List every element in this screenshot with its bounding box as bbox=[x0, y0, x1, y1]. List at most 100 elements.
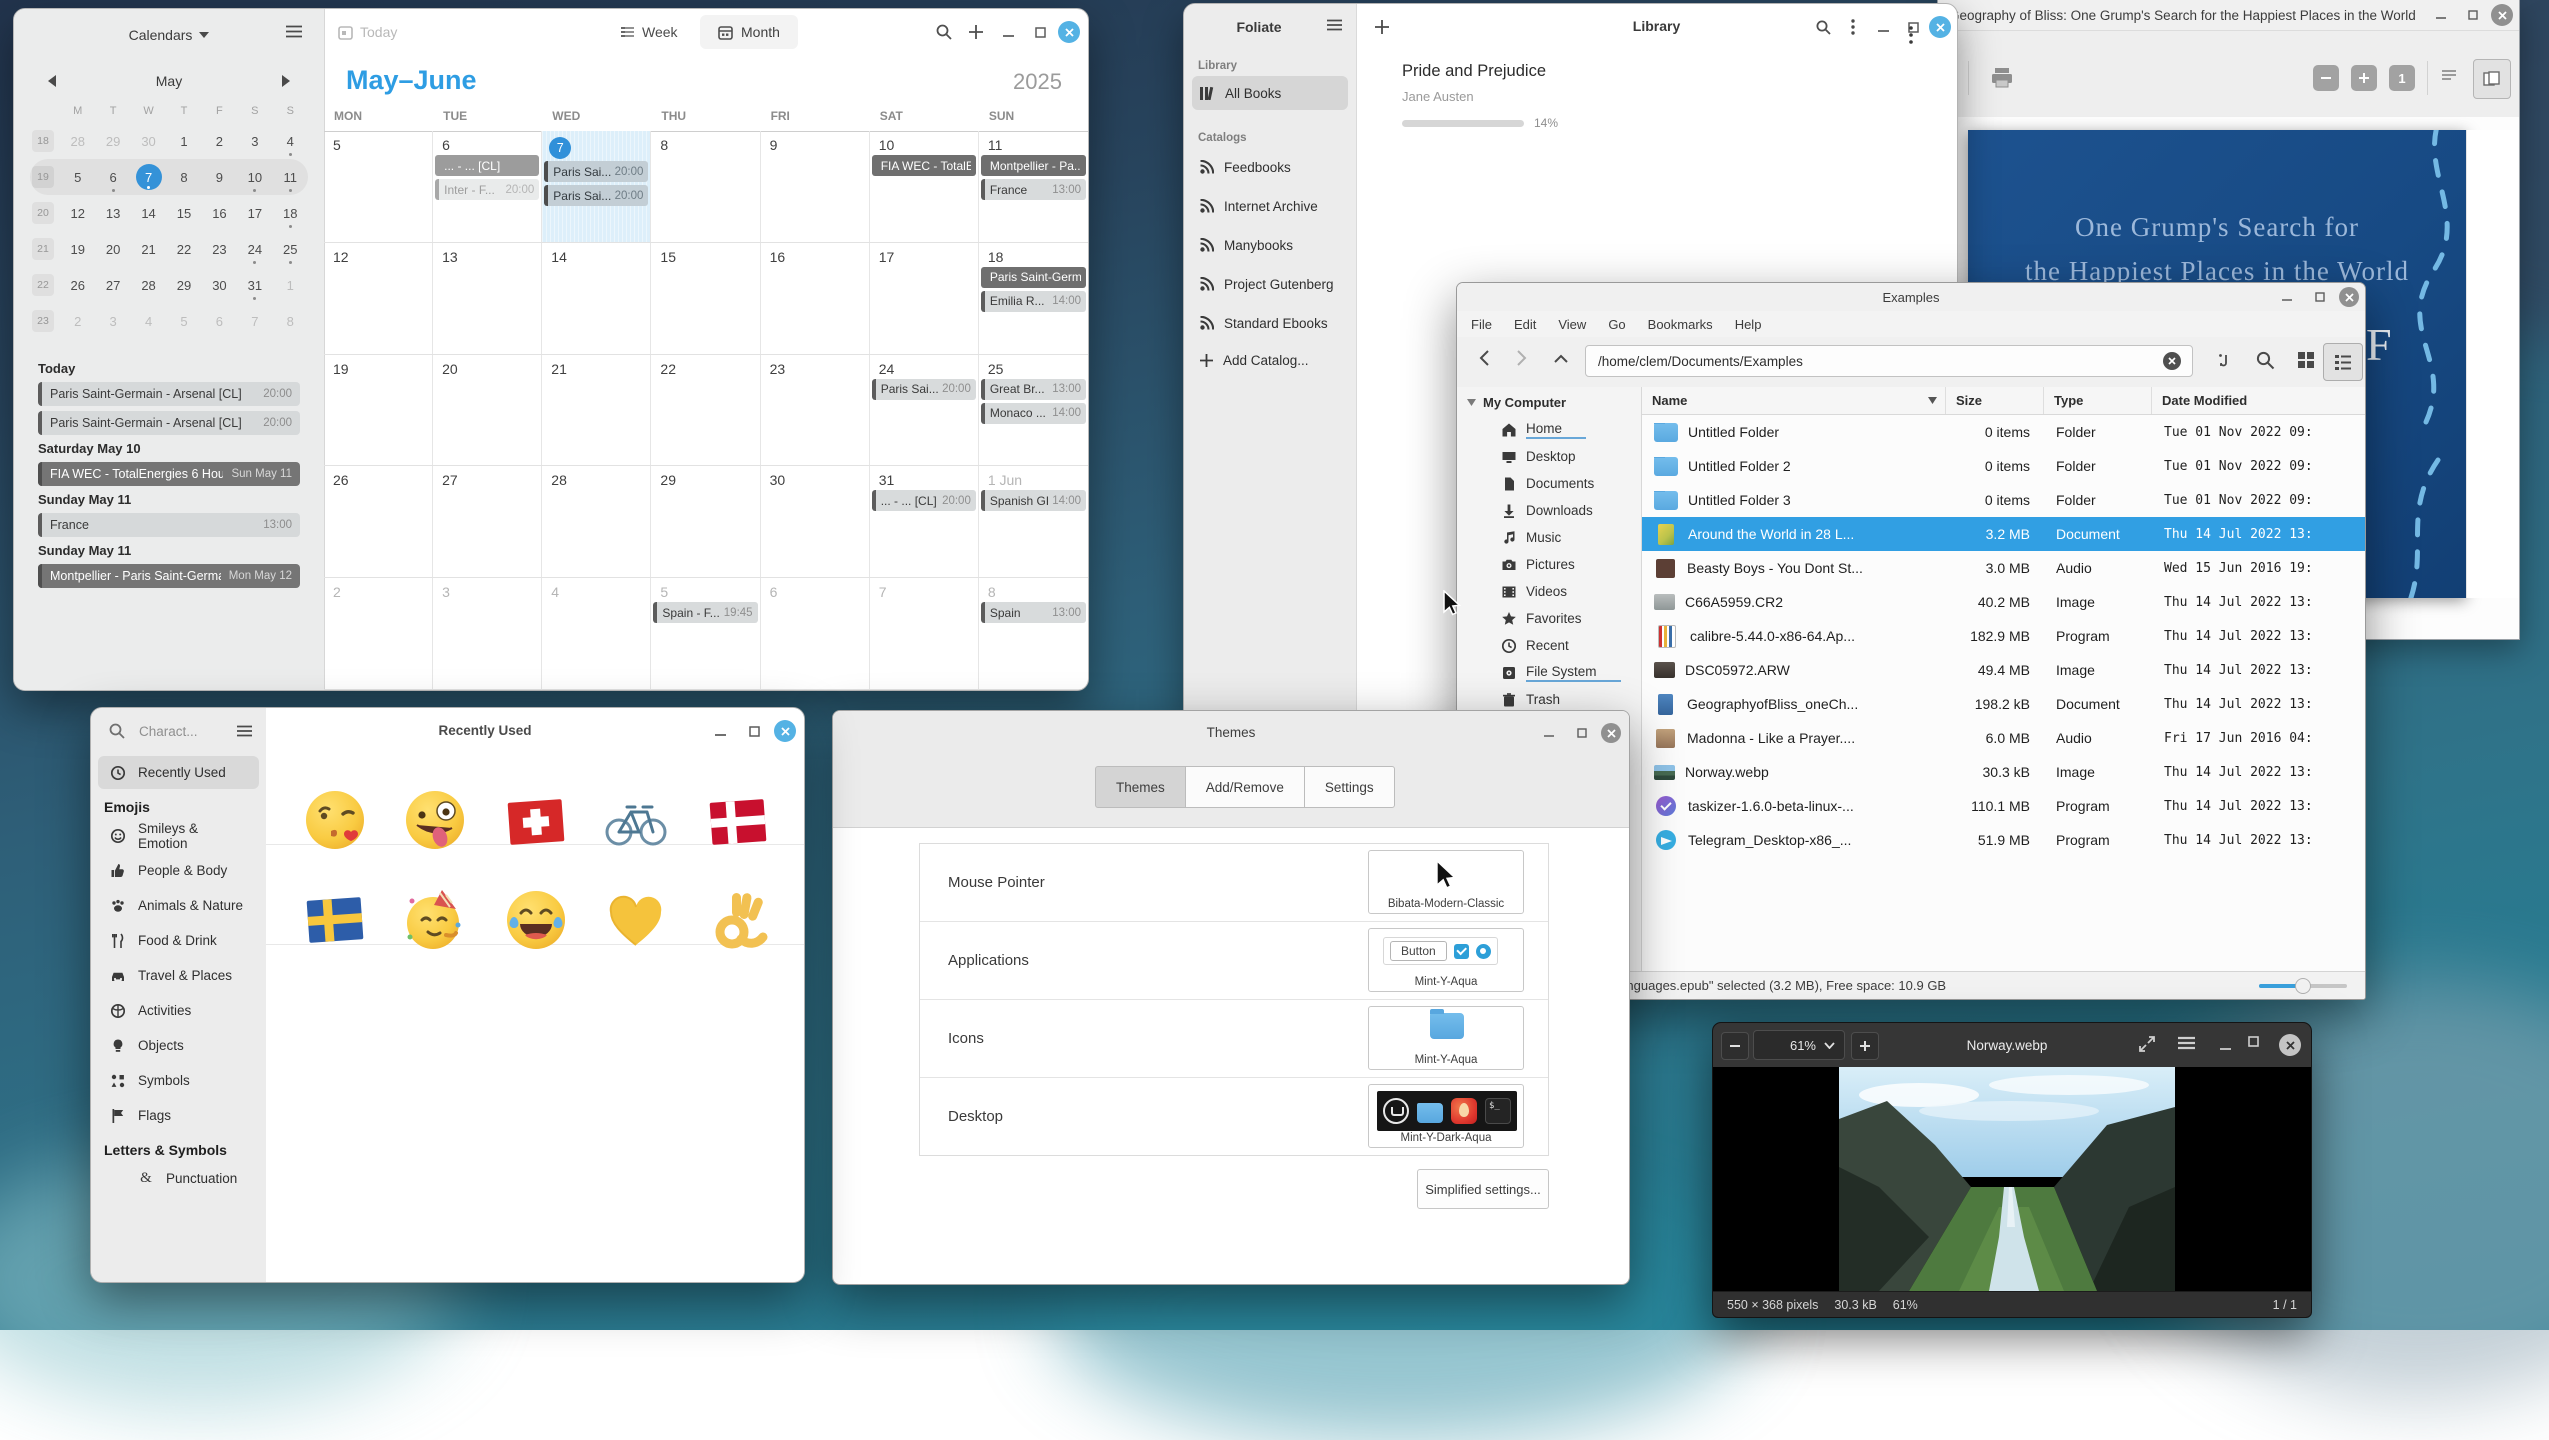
sidebar-place-item[interactable]: Music bbox=[1457, 524, 1641, 551]
menu-icon[interactable] bbox=[1327, 19, 1342, 31]
close-icon[interactable] bbox=[2491, 4, 2513, 26]
mini-day[interactable]: 29 bbox=[95, 123, 130, 159]
calendar-day-cell[interactable]: 8 bbox=[651, 131, 760, 242]
category-item[interactable]: & Punctuation bbox=[98, 1162, 259, 1195]
calendar-day-cell[interactable]: 7 bbox=[870, 578, 979, 689]
mini-day[interactable]: 28 bbox=[60, 123, 95, 159]
calendar-event[interactable]: Inter - F... 20:00 bbox=[435, 179, 539, 200]
mini-day[interactable]: 6 bbox=[202, 303, 237, 339]
theme-preview-button[interactable]: Mint-Y-Aqua bbox=[1368, 1006, 1524, 1070]
mini-day[interactable]: 29 bbox=[166, 267, 201, 303]
mini-day[interactable]: 3 bbox=[237, 123, 272, 159]
mini-day[interactable]: 20 bbox=[95, 231, 130, 267]
mini-day[interactable]: 5 bbox=[60, 159, 95, 195]
add-event-icon[interactable] bbox=[962, 19, 990, 45]
zoom-out-icon[interactable] bbox=[2313, 65, 2339, 91]
themes-header[interactable]: Themes ThemesAdd/RemoveSettings bbox=[833, 711, 1629, 828]
minimize-icon[interactable] bbox=[1869, 14, 1897, 40]
catalog-item[interactable]: Project Gutenberg bbox=[1192, 265, 1348, 303]
mini-day[interactable]: 21 bbox=[131, 231, 166, 267]
maximize-icon[interactable] bbox=[2459, 2, 2487, 28]
emoji-face-with-tears-of-joy[interactable] bbox=[503, 887, 569, 953]
grid-view-icon[interactable] bbox=[2297, 351, 2315, 369]
print-icon[interactable] bbox=[1990, 67, 2014, 89]
tab[interactable]: Add/Remove bbox=[1185, 766, 1305, 808]
zoom-slider[interactable] bbox=[2259, 978, 2347, 994]
maximize-icon[interactable] bbox=[2306, 284, 2334, 310]
file-row[interactable]: GeographyofBliss_oneCh... 198.2 kB Docum… bbox=[1642, 687, 2365, 721]
titlebar[interactable]: Examples bbox=[1457, 283, 2365, 311]
emoji-yellow-heart[interactable] bbox=[603, 887, 669, 953]
search-icon[interactable] bbox=[930, 19, 958, 45]
calendar-day-cell[interactable]: 6 bbox=[761, 578, 870, 689]
minimize-icon[interactable] bbox=[994, 19, 1022, 45]
category-item[interactable]: Flags bbox=[98, 1099, 259, 1132]
emoji-zany-face[interactable] bbox=[402, 787, 468, 853]
back-icon[interactable] bbox=[1479, 349, 1490, 367]
sidebar-item-all-books[interactable]: All Books bbox=[1192, 76, 1348, 110]
calendar-event[interactable]: ... - ... [CL] bbox=[435, 155, 539, 176]
calendar-day-cell[interactable]: 13 bbox=[433, 243, 542, 354]
file-row[interactable]: Beasty Boys - You Dont St... 3.0 MB Audi… bbox=[1642, 551, 2365, 585]
search-icon[interactable] bbox=[109, 723, 125, 739]
calendar-day-cell[interactable]: 6 ... - ... [CL] Inter - F... bbox=[433, 131, 542, 242]
calendar-event[interactable]: ... - ... [CL] 20:00 bbox=[872, 490, 976, 511]
calendar-event[interactable]: Emilia R... 14:00 bbox=[981, 291, 1086, 312]
sidebar-place-item[interactable]: Recent bbox=[1457, 632, 1641, 659]
mini-day[interactable]: 4 bbox=[273, 123, 308, 159]
calendar-day-cell[interactable]: 24 Paris Sai... 20:00 bbox=[870, 355, 979, 466]
menu-item[interactable]: Bookmarks bbox=[1648, 317, 1713, 332]
calendar-event[interactable]: FIA WEC - TotalE... bbox=[872, 155, 976, 176]
mini-day[interactable]: 30 bbox=[202, 267, 237, 303]
calendar-day-cell[interactable]: 14 bbox=[542, 243, 651, 354]
close-icon[interactable] bbox=[1929, 16, 1951, 38]
category-item[interactable]: Travel & Places bbox=[98, 959, 259, 992]
zoom-out-icon[interactable] bbox=[1721, 1032, 1749, 1060]
calendar-event[interactable]: Paris Sai... 20:00 bbox=[872, 379, 976, 400]
close-icon[interactable] bbox=[1058, 21, 1080, 43]
menu-item[interactable]: Help bbox=[1735, 317, 1762, 332]
close-icon[interactable] bbox=[1601, 723, 1621, 743]
calendar-event[interactable]: Spain - F... 19:45 bbox=[653, 602, 757, 623]
calendar-day-cell[interactable]: 8 Spain 13:00 bbox=[979, 578, 1088, 689]
column-type[interactable]: Type bbox=[2044, 387, 2152, 414]
clear-location-icon[interactable] bbox=[2163, 352, 2181, 370]
category-item[interactable]: Animals & Nature bbox=[98, 889, 259, 922]
calendar-day-cell[interactable]: 1 Jun Spanish GP 14:00 bbox=[979, 466, 1088, 577]
emoji-flag-sweden[interactable] bbox=[302, 887, 368, 953]
search-icon[interactable] bbox=[1809, 14, 1837, 40]
week-view-button[interactable]: Week bbox=[620, 24, 678, 40]
calendar-day-cell[interactable]: 27 bbox=[433, 466, 542, 577]
theme-preview-button[interactable]: Mint-Y-Dark-Aqua bbox=[1368, 1084, 1524, 1148]
file-row[interactable]: Untitled Folder 0 items Folder Tue 01 No… bbox=[1642, 415, 2365, 449]
calendar-day-cell[interactable]: 15 bbox=[651, 243, 760, 354]
calendar-day-cell[interactable]: 2 bbox=[324, 578, 433, 689]
sidebar-place-item[interactable]: File System bbox=[1457, 659, 1641, 686]
kebab-menu-icon[interactable] bbox=[1839, 14, 1867, 40]
list-view-icon[interactable] bbox=[2323, 343, 2363, 381]
catalog-item[interactable]: Manybooks bbox=[1192, 226, 1348, 264]
category-item[interactable]: Food & Drink bbox=[98, 924, 259, 957]
mini-day[interactable]: 27 bbox=[95, 267, 130, 303]
maximize-icon[interactable] bbox=[1899, 14, 1927, 40]
mini-day[interactable]: 28 bbox=[131, 267, 166, 303]
menu-icon[interactable] bbox=[2178, 1036, 2195, 1050]
file-row[interactable]: Untitled Folder 2 0 items Folder Tue 01 … bbox=[1642, 449, 2365, 483]
minimize-icon[interactable] bbox=[2273, 284, 2301, 310]
mini-day[interactable]: 12 bbox=[60, 195, 95, 231]
calendar-day-cell[interactable]: 20 bbox=[433, 355, 542, 466]
calendar-day-cell[interactable]: 3 bbox=[433, 578, 542, 689]
file-row[interactable]: Madonna - Like a Prayer.... 6.0 MB Audio… bbox=[1642, 721, 2365, 755]
mini-day[interactable]: 1 bbox=[166, 123, 201, 159]
zoom-in-icon[interactable] bbox=[1851, 1032, 1879, 1060]
maximize-icon[interactable] bbox=[2248, 1036, 2259, 1047]
mini-day[interactable]: 2 bbox=[202, 123, 237, 159]
sidebar-place-item[interactable]: Favorites bbox=[1457, 605, 1641, 632]
book-kebab-menu-icon[interactable] bbox=[1909, 26, 1913, 44]
next-month-icon[interactable] bbox=[282, 75, 290, 87]
sidebar-place-item[interactable]: Pictures bbox=[1457, 551, 1641, 578]
calendar-day-cell[interactable]: 5 bbox=[324, 131, 433, 242]
calendar-day-cell[interactable]: 12 bbox=[324, 243, 433, 354]
minimize-icon[interactable] bbox=[2427, 2, 2455, 28]
menu-item[interactable]: File bbox=[1471, 317, 1492, 332]
